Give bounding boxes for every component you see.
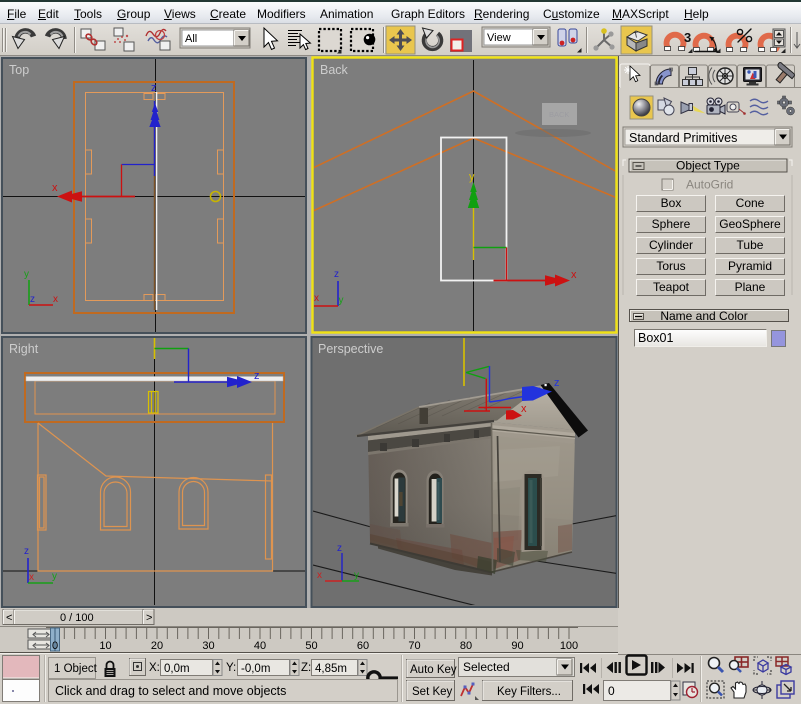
svg-text:Right: Right xyxy=(9,342,39,356)
svg-text:10: 10 xyxy=(99,640,111,652)
svg-text:x: x xyxy=(571,269,577,281)
svg-text:y: y xyxy=(469,171,475,183)
svg-text:0 / 100: 0 / 100 xyxy=(60,612,94,624)
svg-text:0: 0 xyxy=(608,684,615,698)
svg-text:y: y xyxy=(52,571,57,582)
svg-text:y: y xyxy=(24,269,29,280)
svg-text:Selected: Selected xyxy=(463,660,510,674)
svg-text:y: y xyxy=(354,570,359,581)
svg-text:z: z xyxy=(151,82,157,94)
svg-text:X:: X: xyxy=(149,662,160,674)
svg-text:100: 100 xyxy=(560,640,578,652)
svg-text:z: z xyxy=(337,543,342,554)
svg-text:z: z xyxy=(334,269,339,280)
svg-text:y: y xyxy=(339,295,344,306)
svg-text:All: All xyxy=(185,33,197,45)
svg-text:50: 50 xyxy=(305,640,317,652)
svg-text:0: 0 xyxy=(52,640,58,652)
svg-text:Top: Top xyxy=(9,63,29,77)
svg-text:Back: Back xyxy=(320,63,349,77)
svg-text:x: x xyxy=(314,293,319,304)
svg-text:x: x xyxy=(521,403,527,415)
svg-text:Perspective: Perspective xyxy=(318,342,383,356)
svg-text:Z:: Z: xyxy=(301,662,311,674)
svg-text:3: 3 xyxy=(684,30,691,45)
svg-text:>: > xyxy=(146,612,152,624)
svg-text:Key Filters...: Key Filters... xyxy=(497,686,561,698)
svg-text:x: x xyxy=(53,294,58,305)
svg-text:Y:: Y: xyxy=(226,662,236,674)
svg-text:-0,0m: -0,0m xyxy=(241,663,270,675)
svg-text:20: 20 xyxy=(151,640,163,652)
svg-text:0,0m: 0,0m xyxy=(164,663,190,675)
svg-text:x: x xyxy=(29,572,34,583)
svg-text:Set Key: Set Key xyxy=(412,686,453,698)
svg-text:Click and drag to select and m: Click and drag to select and move object… xyxy=(55,684,286,698)
svg-text:z: z xyxy=(24,546,29,557)
svg-text:x: x xyxy=(317,570,322,581)
svg-text:40: 40 xyxy=(254,640,266,652)
svg-text:60: 60 xyxy=(357,640,369,652)
svg-text:View: View xyxy=(487,32,511,44)
svg-text:4,85m: 4,85m xyxy=(315,663,347,675)
svg-text:80: 80 xyxy=(460,640,472,652)
svg-text:90: 90 xyxy=(511,640,523,652)
svg-text:z: z xyxy=(30,294,35,305)
svg-text:30: 30 xyxy=(202,640,214,652)
svg-text:1 Object: 1 Object xyxy=(54,663,98,675)
svg-text:z: z xyxy=(554,377,560,389)
svg-text:x: x xyxy=(52,182,58,194)
svg-text:Auto Key: Auto Key xyxy=(410,664,457,676)
svg-text:70: 70 xyxy=(408,640,420,652)
svg-text:<: < xyxy=(6,612,12,624)
svg-text:z: z xyxy=(254,370,260,382)
svg-text:BACK: BACK xyxy=(549,110,569,119)
